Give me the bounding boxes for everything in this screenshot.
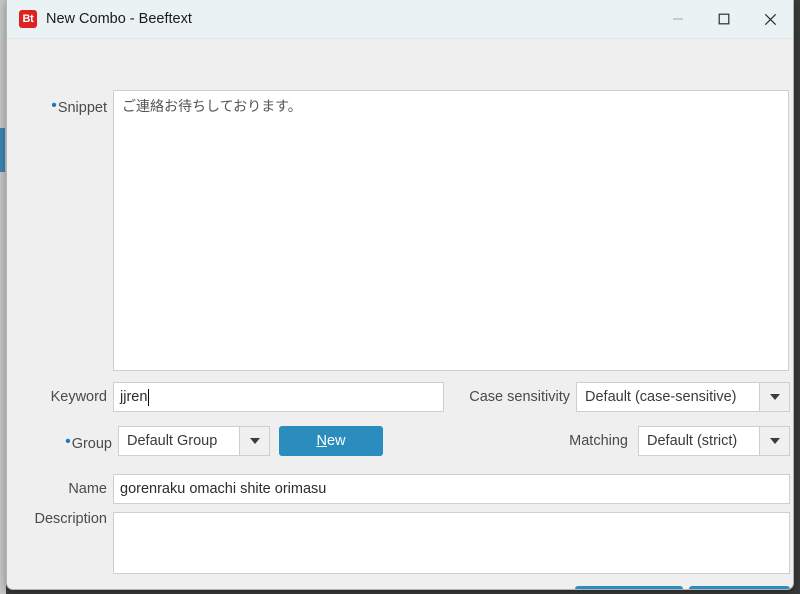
description-input[interactable] (113, 512, 790, 574)
beeftext-app-icon: Bt (19, 10, 37, 28)
group-label: •Group (7, 433, 112, 452)
matching-select[interactable]: Default (strict) (638, 426, 790, 456)
text-caret (148, 388, 150, 406)
minimize-button[interactable] (655, 0, 701, 39)
group-dropdown-button[interactable] (239, 426, 270, 456)
keyword-input[interactable]: jjren (113, 382, 444, 412)
case-sensitivity-value: Default (case-sensitive) (576, 382, 759, 412)
chevron-down-icon (769, 438, 780, 444)
keyword-label: Keyword (50, 389, 107, 405)
keyword-input-value: jjren (120, 389, 148, 405)
case-sensitivity-select[interactable]: Default (case-sensitive) (576, 382, 790, 412)
maximize-icon (718, 13, 730, 25)
title-bar[interactable]: Bt New Combo - Beeftext (7, 0, 793, 39)
description-label: Description (34, 511, 107, 527)
chevron-down-icon (249, 438, 260, 444)
dialog-body: •Snippet Keyword jjren Case sensitivity … (7, 39, 793, 589)
matching-value: Default (strict) (638, 426, 759, 456)
window-controls (655, 0, 793, 39)
window-title: New Combo - Beeftext (46, 11, 192, 27)
close-icon (764, 13, 776, 25)
minimize-icon (673, 18, 683, 20)
chevron-down-icon (769, 394, 780, 400)
snippet-label-text: Snippet (57, 100, 107, 116)
new-combo-dialog: Bt New Combo - Beeftext •Snippet ご連絡お待ちし… (6, 0, 794, 590)
name-input[interactable]: gorenraku omachi shite orimasu (113, 474, 790, 504)
group-value: Default Group (118, 426, 239, 456)
group-label-text: Group (71, 436, 112, 452)
matching-dropdown-button[interactable] (759, 426, 790, 456)
snippet-input[interactable] (113, 90, 789, 371)
required-marker-icon: • (65, 433, 71, 450)
name-label: Name (68, 481, 107, 497)
cancel-button[interactable]: Cancel (689, 586, 790, 589)
new-group-button-accelerator: N (316, 433, 327, 449)
new-group-button[interactable]: New (279, 426, 383, 456)
close-button[interactable] (747, 0, 793, 39)
background-window-accent-strip (0, 128, 5, 172)
snippet-label: •Snippet (7, 97, 107, 116)
required-marker-icon: • (51, 97, 57, 114)
case-sensitivity-dropdown-button[interactable] (759, 382, 790, 412)
ok-button[interactable]: OK (575, 586, 683, 589)
case-sensitivity-label: Case sensitivity (469, 389, 570, 405)
new-group-button-label: ew (326, 433, 346, 449)
group-select[interactable]: Default Group (118, 426, 270, 456)
maximize-button[interactable] (701, 0, 747, 39)
matching-label: Matching (569, 433, 628, 449)
